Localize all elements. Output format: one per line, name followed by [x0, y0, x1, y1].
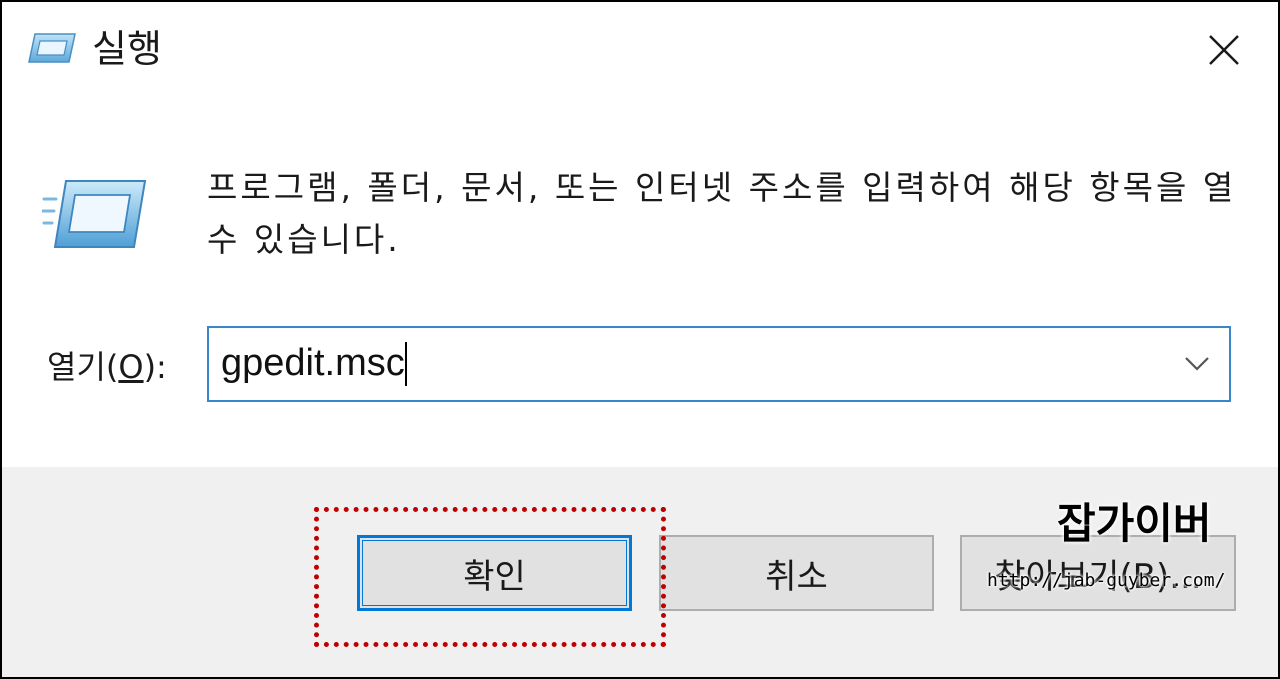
open-label-mnemonic: O — [118, 348, 144, 386]
open-label-prefix: 열기( — [47, 348, 119, 386]
button-bar: 확인 취소 찾아보기(B)... 잡가이버 http://jab-guyber.… — [2, 467, 1278, 677]
window-title: 실행 — [92, 27, 162, 71]
run-icon — [28, 33, 76, 63]
text-caret — [405, 342, 407, 386]
close-icon — [1209, 35, 1239, 65]
dropdown-button[interactable] — [1179, 346, 1215, 382]
cancel-button-label: 취소 — [765, 556, 828, 597]
ok-button[interactable]: 확인 — [357, 535, 632, 611]
open-combobox[interactable] — [207, 326, 1231, 402]
open-input[interactable] — [221, 338, 1161, 388]
close-button[interactable] — [1192, 22, 1256, 78]
watermark-url: http://jab-guyber.com/ — [987, 570, 1226, 591]
open-label-suffix: ): — [143, 348, 167, 386]
chevron-down-icon — [1185, 357, 1209, 371]
title-bar[interactable]: 실행 — [2, 2, 1278, 97]
dialog-body: 프로그램, 폴더, 문서, 또는 인터넷 주소를 입력하여 해당 항목을 열 수… — [2, 97, 1278, 467]
watermark-name: 잡가이버 — [1057, 499, 1212, 548]
cancel-button[interactable]: 취소 — [659, 535, 934, 611]
ok-button-label: 확인 — [463, 556, 526, 597]
run-icon-large — [42, 180, 147, 248]
open-label: 열기(O): — [47, 342, 167, 392]
description-text: 프로그램, 폴더, 문서, 또는 인터넷 주소를 입력하여 해당 항목을 열 수… — [207, 168, 1237, 259]
run-dialog: 실행 프로그램, 폴더, 문서, 또는 인터넷 주소를 입력하여 해당 항목을 … — [0, 0, 1280, 679]
